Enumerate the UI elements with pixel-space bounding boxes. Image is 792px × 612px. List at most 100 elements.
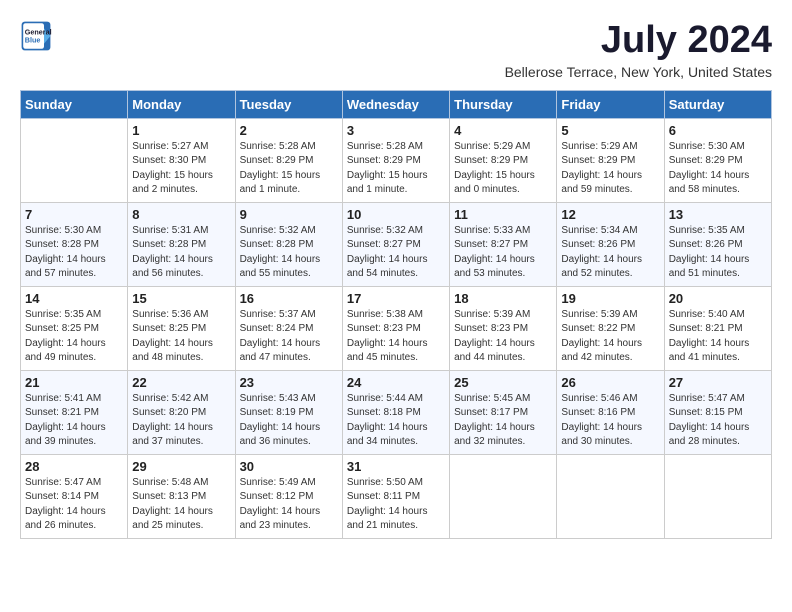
day-number: 2 [240, 123, 338, 138]
day-info: Sunrise: 5:45 AMSunset: 8:17 PMDaylight:… [454, 392, 552, 450]
day-number: 20 [669, 291, 767, 306]
calendar-cell: 19 Sunrise: 5:39 AMSunset: 8:22 PMDayligh… [557, 286, 664, 370]
title-block: July 2024 Bellerose Terrace, New York, U… [505, 20, 772, 80]
calendar-cell: 9 Sunrise: 5:32 AMSunset: 8:28 PMDaylight… [235, 202, 342, 286]
day-info: Sunrise: 5:29 AMSunset: 8:29 PMDaylight:… [454, 140, 552, 198]
day-info: Sunrise: 5:29 AMSunset: 8:29 PMDaylight:… [561, 140, 659, 198]
day-number: 8 [132, 207, 230, 222]
day-info: Sunrise: 5:27 AMSunset: 8:30 PMDaylight:… [132, 140, 230, 198]
day-info: Sunrise: 5:43 AMSunset: 8:19 PMDaylight:… [240, 392, 338, 450]
day-number: 17 [347, 291, 445, 306]
day-number: 21 [25, 375, 123, 390]
day-info: Sunrise: 5:47 AMSunset: 8:14 PMDaylight:… [25, 476, 123, 534]
day-number: 14 [25, 291, 123, 306]
day-number: 11 [454, 207, 552, 222]
calendar-cell: 27Sunrise: 5:47 AMSunset: 8:15 PMDayligh… [664, 370, 771, 454]
calendar-cell: 16Sunrise: 5:37 AMSunset: 8:24 PMDayligh… [235, 286, 342, 370]
logo: General Blue [20, 20, 52, 52]
day-info: Sunrise: 5:39 AMSunset: 8:22 PMDaylight:… [561, 308, 659, 366]
day-number: 13 [669, 207, 767, 222]
day-number: 23 [240, 375, 338, 390]
day-number: 7 [25, 207, 123, 222]
header-day-thursday: Thursday [450, 90, 557, 118]
location-title: Bellerose Terrace, New York, United Stat… [505, 64, 772, 80]
calendar-cell: 12Sunrise: 5:34 AMSunset: 8:26 PMDayligh… [557, 202, 664, 286]
calendar-header-row: SundayMondayTuesdayWednesdayThursdayFrid… [21, 90, 772, 118]
calendar-cell: 13 Sunrise: 5:35 AMSunset: 8:26 PMDayligh… [664, 202, 771, 286]
calendar-week-row: 1 Sunrise: 5:27 AMSunset: 8:30 PMDaylight… [21, 118, 772, 202]
day-info: Sunrise: 5:50 AMSunset: 8:11 PMDaylight:… [347, 476, 445, 534]
day-number: 27 [669, 375, 767, 390]
calendar-cell: 7Sunrise: 5:30 AMSunset: 8:28 PMDaylight… [21, 202, 128, 286]
calendar-cell: 29 Sunrise: 5:48 AMSunset: 8:13 PMDayligh… [128, 454, 235, 538]
day-number: 4 [454, 123, 552, 138]
day-info: Sunrise: 5:35 AMSunset: 8:25 PMDaylight:… [25, 308, 123, 366]
day-info: Sunrise: 5:46 AMSunset: 8:16 PMDaylight:… [561, 392, 659, 450]
day-number: 29 [132, 459, 230, 474]
calendar-cell: 21Sunrise: 5:41 AMSunset: 8:21 PMDayligh… [21, 370, 128, 454]
calendar-cell: 6 Sunrise: 5:30 AMSunset: 8:29 PMDaylight… [664, 118, 771, 202]
calendar-cell [557, 454, 664, 538]
day-info: Sunrise: 5:48 AMSunset: 8:13 PMDaylight:… [132, 476, 230, 534]
calendar-cell: 23 Sunrise: 5:43 AMSunset: 8:19 PMDayligh… [235, 370, 342, 454]
calendar-cell: 5 Sunrise: 5:29 AMSunset: 8:29 PMDaylight… [557, 118, 664, 202]
day-number: 18 [454, 291, 552, 306]
day-info: Sunrise: 5:39 AMSunset: 8:23 PMDaylight:… [454, 308, 552, 366]
calendar-cell: 10Sunrise: 5:32 AMSunset: 8:27 PMDayligh… [342, 202, 449, 286]
header-day-saturday: Saturday [664, 90, 771, 118]
calendar-cell [21, 118, 128, 202]
calendar-cell: 22 Sunrise: 5:42 AMSunset: 8:20 PMDayligh… [128, 370, 235, 454]
day-info: Sunrise: 5:44 AMSunset: 8:18 PMDaylight:… [347, 392, 445, 450]
day-info: Sunrise: 5:35 AMSunset: 8:26 PMDaylight:… [669, 224, 767, 282]
calendar-cell: 8 Sunrise: 5:31 AMSunset: 8:28 PMDaylight… [128, 202, 235, 286]
header-day-wednesday: Wednesday [342, 90, 449, 118]
calendar-week-row: 21Sunrise: 5:41 AMSunset: 8:21 PMDayligh… [21, 370, 772, 454]
day-number: 5 [561, 123, 659, 138]
day-info: Sunrise: 5:33 AMSunset: 8:27 PMDaylight:… [454, 224, 552, 282]
day-number: 3 [347, 123, 445, 138]
day-info: Sunrise: 5:28 AMSunset: 8:29 PMDaylight:… [240, 140, 338, 198]
page-header: General Blue July 2024 Bellerose Terrace… [20, 20, 772, 80]
header-day-friday: Friday [557, 90, 664, 118]
calendar-cell: 2 Sunrise: 5:28 AMSunset: 8:29 PMDaylight… [235, 118, 342, 202]
day-number: 1 [132, 123, 230, 138]
day-number: 22 [132, 375, 230, 390]
calendar-cell: 17 Sunrise: 5:38 AMSunset: 8:23 PMDayligh… [342, 286, 449, 370]
calendar-cell [664, 454, 771, 538]
calendar-week-row: 14 Sunrise: 5:35 AMSunset: 8:25 PMDayligh… [21, 286, 772, 370]
calendar-cell: 25Sunrise: 5:45 AMSunset: 8:17 PMDayligh… [450, 370, 557, 454]
header-day-sunday: Sunday [21, 90, 128, 118]
day-info: Sunrise: 5:31 AMSunset: 8:28 PMDaylight:… [132, 224, 230, 282]
day-info: Sunrise: 5:36 AMSunset: 8:25 PMDaylight:… [132, 308, 230, 366]
day-info: Sunrise: 5:37 AMSunset: 8:24 PMDaylight:… [240, 308, 338, 366]
day-number: 19 [561, 291, 659, 306]
header-day-tuesday: Tuesday [235, 90, 342, 118]
calendar-cell: 26 Sunrise: 5:46 AMSunset: 8:16 PMDayligh… [557, 370, 664, 454]
calendar-cell: 18 Sunrise: 5:39 AMSunset: 8:23 PMDayligh… [450, 286, 557, 370]
calendar-cell: 30Sunrise: 5:49 AMSunset: 8:12 PMDayligh… [235, 454, 342, 538]
day-info: Sunrise: 5:38 AMSunset: 8:23 PMDaylight:… [347, 308, 445, 366]
calendar-cell: 31Sunrise: 5:50 AMSunset: 8:11 PMDayligh… [342, 454, 449, 538]
day-info: Sunrise: 5:32 AMSunset: 8:28 PMDaylight:… [240, 224, 338, 282]
day-info: Sunrise: 5:30 AMSunset: 8:29 PMDaylight:… [669, 140, 767, 198]
svg-text:Blue: Blue [25, 35, 41, 44]
calendar-table: SundayMondayTuesdayWednesdayThursdayFrid… [20, 90, 772, 539]
day-info: Sunrise: 5:40 AMSunset: 8:21 PMDaylight:… [669, 308, 767, 366]
header-day-monday: Monday [128, 90, 235, 118]
day-number: 15 [132, 291, 230, 306]
day-number: 26 [561, 375, 659, 390]
calendar-cell: 1 Sunrise: 5:27 AMSunset: 8:30 PMDaylight… [128, 118, 235, 202]
day-number: 28 [25, 459, 123, 474]
calendar-cell: 24Sunrise: 5:44 AMSunset: 8:18 PMDayligh… [342, 370, 449, 454]
day-number: 12 [561, 207, 659, 222]
day-number: 6 [669, 123, 767, 138]
calendar-cell: 11 Sunrise: 5:33 AMSunset: 8:27 PMDayligh… [450, 202, 557, 286]
month-title: July 2024 [505, 20, 772, 62]
calendar-cell [450, 454, 557, 538]
day-number: 30 [240, 459, 338, 474]
calendar-week-row: 28 Sunrise: 5:47 AMSunset: 8:14 PMDayligh… [21, 454, 772, 538]
day-number: 10 [347, 207, 445, 222]
day-info: Sunrise: 5:42 AMSunset: 8:20 PMDaylight:… [132, 392, 230, 450]
day-number: 9 [240, 207, 338, 222]
calendar-cell: 15 Sunrise: 5:36 AMSunset: 8:25 PMDayligh… [128, 286, 235, 370]
